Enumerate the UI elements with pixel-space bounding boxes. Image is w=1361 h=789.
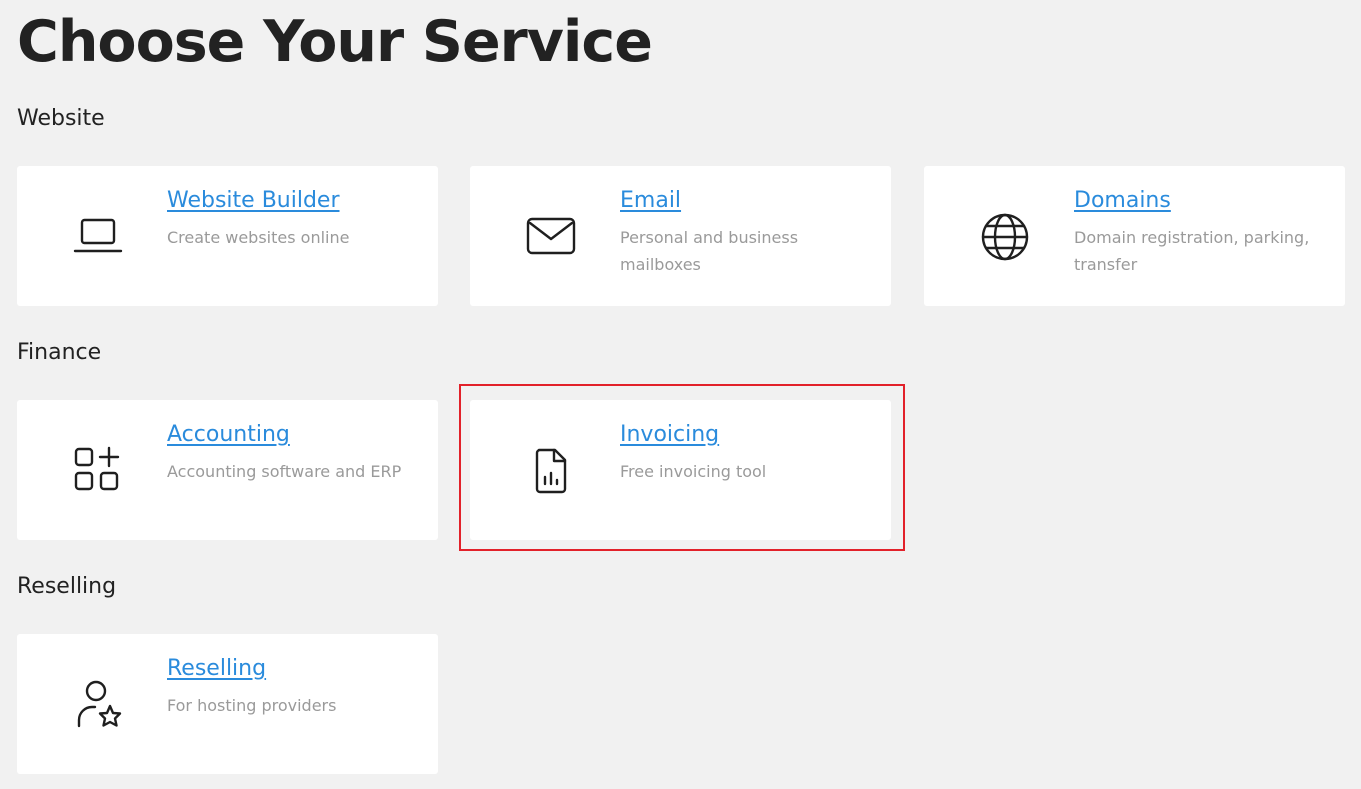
- website-builder-link[interactable]: Website Builder: [167, 186, 340, 216]
- user-star-icon: [73, 680, 123, 730]
- invoicing-description: Free invoicing tool: [620, 462, 767, 481]
- invoicing-link[interactable]: Invoicing: [620, 420, 719, 450]
- accounting-description: Accounting software and ERP: [167, 462, 402, 481]
- accounting-link[interactable]: Accounting: [167, 420, 290, 450]
- envelope-icon: [526, 212, 576, 262]
- card-domains[interactable]: Domains Domain registration, parking, tr…: [924, 166, 1345, 306]
- laptop-icon: [73, 212, 123, 262]
- card-website-builder[interactable]: Website Builder Create websites online: [17, 166, 438, 306]
- service-page: Choose Your Service Website Website Buil…: [0, 0, 1361, 789]
- apps-add-icon: [73, 446, 123, 496]
- section-label-website: Website: [17, 106, 105, 131]
- section-label-reselling: Reselling: [17, 574, 117, 599]
- globe-icon: [980, 212, 1030, 262]
- email-link[interactable]: Email: [620, 186, 681, 216]
- section-label-finance: Finance: [17, 340, 102, 365]
- website-builder-description: Create websites online: [167, 228, 350, 247]
- reselling-link[interactable]: Reselling: [167, 654, 266, 684]
- document-chart-icon: [526, 446, 576, 496]
- card-accounting[interactable]: Accounting Accounting software and ERP: [17, 400, 438, 540]
- domains-link[interactable]: Domains: [1074, 186, 1171, 216]
- email-description: Personal and business mailboxes: [620, 228, 799, 274]
- page-title: Choose Your Service: [17, 9, 653, 75]
- reselling-description: For hosting providers: [167, 696, 337, 715]
- card-invoicing[interactable]: Invoicing Free invoicing tool: [470, 400, 891, 540]
- domains-description: Domain registration, parking, transfer: [1074, 228, 1310, 274]
- card-email[interactable]: Email Personal and business mailboxes: [470, 166, 891, 306]
- card-reselling[interactable]: Reselling For hosting providers: [17, 634, 438, 774]
